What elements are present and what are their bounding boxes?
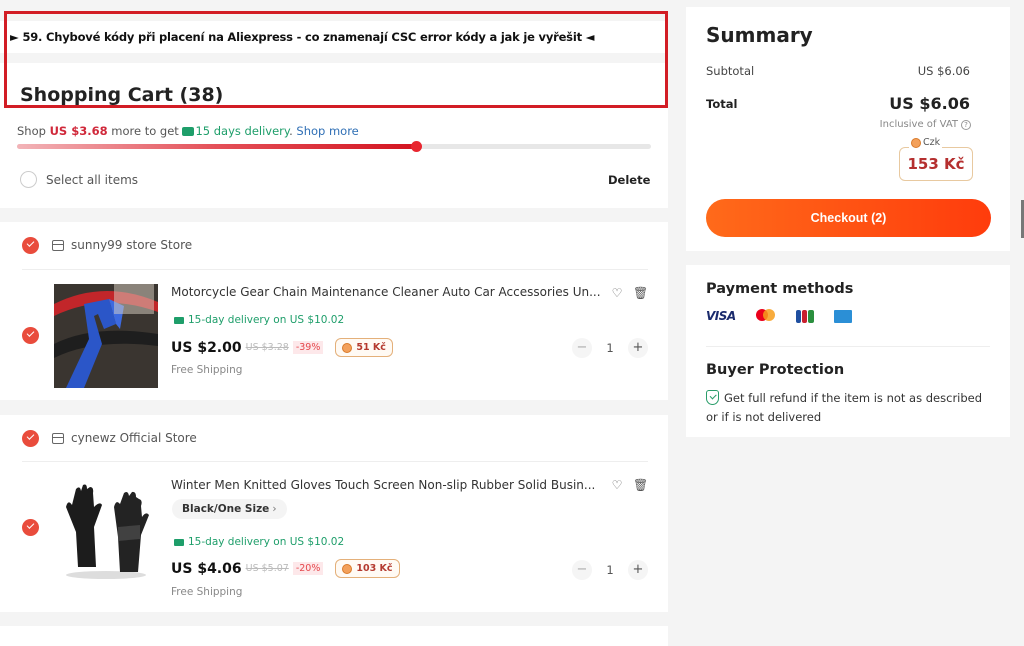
progress-fill bbox=[17, 144, 417, 149]
product-title[interactable]: Motorcycle Gear Chain Maintenance Cleane… bbox=[171, 285, 601, 299]
item-checkbox[interactable] bbox=[22, 519, 39, 536]
coin-icon bbox=[911, 137, 921, 148]
divider bbox=[706, 346, 990, 347]
original-price: US $3.28 bbox=[245, 342, 289, 353]
wishlist-icon[interactable]: ♡ bbox=[610, 478, 624, 492]
truck-icon bbox=[174, 538, 184, 546]
jcb-icon bbox=[795, 309, 814, 323]
price-row: US $2.00 US $3.28 -39% 51 Kč bbox=[171, 338, 393, 357]
mastercard-icon bbox=[755, 309, 776, 323]
trash-icon[interactable]: 🗑 bbox=[633, 478, 648, 492]
increase-button[interactable]: + bbox=[628, 338, 648, 358]
help-icon[interactable]: ? bbox=[961, 119, 971, 130]
buyer-protection-text: Get full refund if the item is not as de… bbox=[706, 390, 983, 424]
payment-icons: VISA bbox=[706, 309, 852, 323]
wishlist-icon[interactable]: ♡ bbox=[610, 286, 624, 300]
quantity-value[interactable]: 1 bbox=[592, 563, 628, 577]
select-all-label: Select all items bbox=[46, 172, 139, 187]
discount-badge: -20% bbox=[292, 562, 324, 575]
currency-conversion: 153 Kč bbox=[899, 147, 973, 181]
delivery-info: 15-day delivery on US $10.02 bbox=[174, 314, 344, 326]
coin-icon bbox=[342, 342, 353, 353]
store-link[interactable]: cynewz Official Store bbox=[52, 431, 197, 445]
quantity-stepper: − 1 + bbox=[572, 560, 648, 580]
decrease-button[interactable]: − bbox=[572, 338, 592, 358]
divider bbox=[22, 461, 648, 462]
quantity-stepper: − 1 + bbox=[572, 338, 648, 358]
visa-icon: VISA bbox=[706, 309, 736, 323]
store-icon bbox=[52, 432, 64, 444]
subtotal-value: US $6.06 bbox=[917, 64, 970, 78]
total-label: Total bbox=[706, 97, 738, 111]
delivery-info: 15-day delivery on US $10.02 bbox=[174, 536, 344, 548]
select-all-checkbox[interactable]: Select all items bbox=[20, 171, 138, 188]
delivery-progress-bar bbox=[17, 141, 651, 152]
store-card: sunny99 store Store Motorcycle Gear Chai… bbox=[0, 222, 668, 400]
chevron-right-icon: › bbox=[272, 503, 277, 515]
divider bbox=[22, 269, 648, 270]
trash-icon[interactable]: 🗑 bbox=[633, 286, 648, 300]
store-checkbox[interactable] bbox=[22, 237, 39, 254]
shipping-info: Free Shipping bbox=[171, 586, 243, 598]
truck-icon bbox=[182, 127, 195, 136]
coin-icon bbox=[342, 563, 353, 574]
summary-title: Summary bbox=[706, 23, 813, 47]
promo-amount: US $3.68 bbox=[49, 124, 108, 138]
shield-check-icon bbox=[706, 390, 719, 405]
product-title[interactable]: Winter Men Knitted Gloves Touch Screen N… bbox=[171, 478, 595, 492]
quantity-value[interactable]: 1 bbox=[592, 341, 628, 355]
increase-button[interactable]: + bbox=[628, 560, 648, 580]
vat-note: Inclusive of VAT ? bbox=[880, 119, 971, 130]
select-all-radio[interactable] bbox=[20, 171, 37, 188]
discount-badge: -39% bbox=[292, 341, 324, 354]
price: US $4.06 bbox=[171, 560, 242, 577]
buyer-protection-title: Buyer Protection bbox=[706, 362, 845, 378]
shipping-info: Free Shipping bbox=[171, 364, 243, 376]
delete-button[interactable]: Delete bbox=[608, 173, 650, 187]
store-card bbox=[0, 626, 668, 646]
product-image[interactable] bbox=[54, 284, 158, 388]
item-checkbox[interactable] bbox=[22, 327, 39, 344]
currency-label: Czk bbox=[909, 137, 943, 148]
total-value: US $6.06 bbox=[889, 94, 970, 113]
truck-icon bbox=[174, 316, 184, 324]
delivery-promo: Shop US $3.68 more to get 15 days delive… bbox=[17, 124, 359, 138]
coins-badge: 103 Kč bbox=[335, 559, 400, 578]
shop-more-link[interactable]: Shop more bbox=[296, 124, 358, 138]
page-title: Shopping Cart (38) bbox=[20, 84, 224, 106]
price: US $2.00 bbox=[171, 339, 242, 356]
price-row: US $4.06 US $5.07 -20% 103 Kč bbox=[171, 559, 400, 578]
sku-selector[interactable]: Black/One Size › bbox=[172, 499, 287, 519]
store-card: cynewz Official Store Winter Men Knitted… bbox=[0, 415, 668, 612]
checkout-button[interactable]: Checkout (2) bbox=[706, 199, 991, 237]
store-checkbox[interactable] bbox=[22, 430, 39, 447]
promo-delivery: 15 days delivery bbox=[195, 124, 290, 138]
store-icon bbox=[52, 239, 64, 251]
product-image[interactable] bbox=[54, 477, 158, 581]
coins-badge: 51 Kč bbox=[335, 338, 393, 357]
subtotal-label: Subtotal bbox=[706, 64, 755, 78]
store-link[interactable]: sunny99 store Store bbox=[52, 238, 192, 252]
payment-methods-title: Payment methods bbox=[706, 281, 854, 297]
original-price: US $5.07 bbox=[245, 563, 289, 574]
decrease-button[interactable]: − bbox=[572, 560, 592, 580]
amex-icon bbox=[833, 309, 852, 323]
